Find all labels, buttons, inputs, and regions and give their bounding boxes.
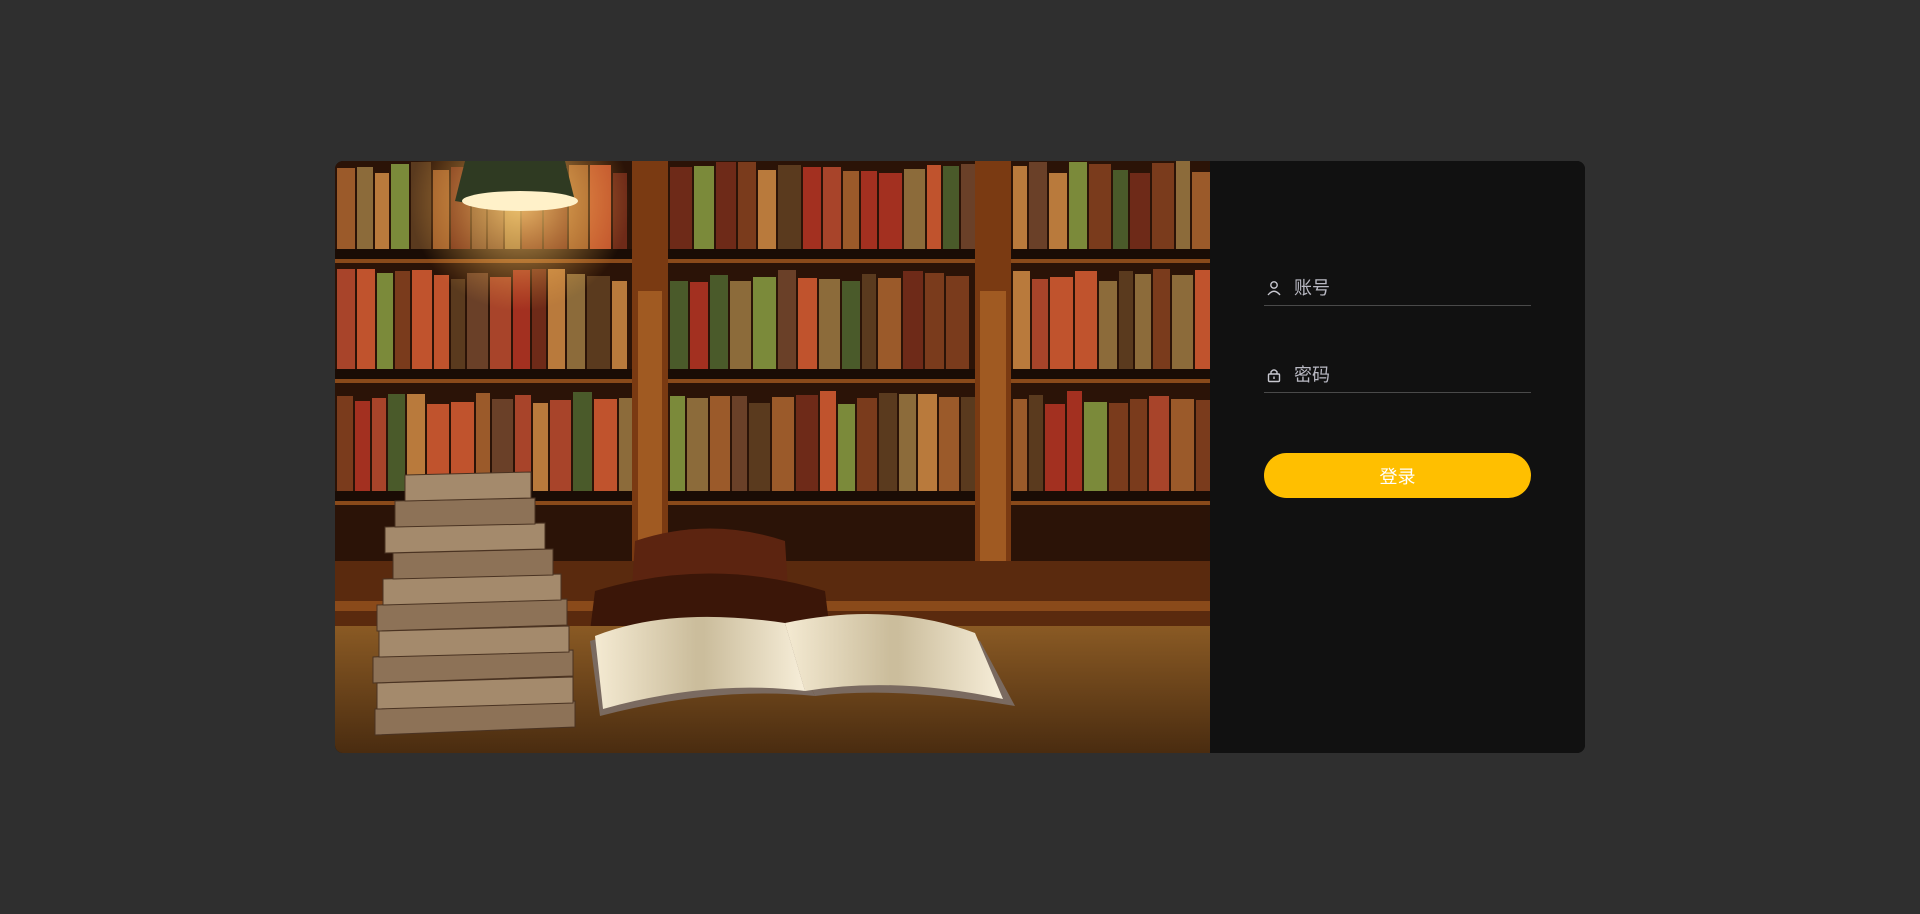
password-input[interactable] (1294, 364, 1531, 386)
login-button[interactable]: 登录 (1264, 453, 1531, 498)
login-card: 登录 (335, 161, 1585, 753)
login-panel: 登录 (1210, 161, 1585, 753)
password-field[interactable] (1264, 358, 1531, 393)
account-input[interactable] (1294, 277, 1531, 299)
user-icon (1266, 279, 1284, 297)
library-hero-image (335, 161, 1210, 753)
account-field[interactable] (1264, 271, 1531, 306)
lock-icon (1266, 366, 1284, 384)
